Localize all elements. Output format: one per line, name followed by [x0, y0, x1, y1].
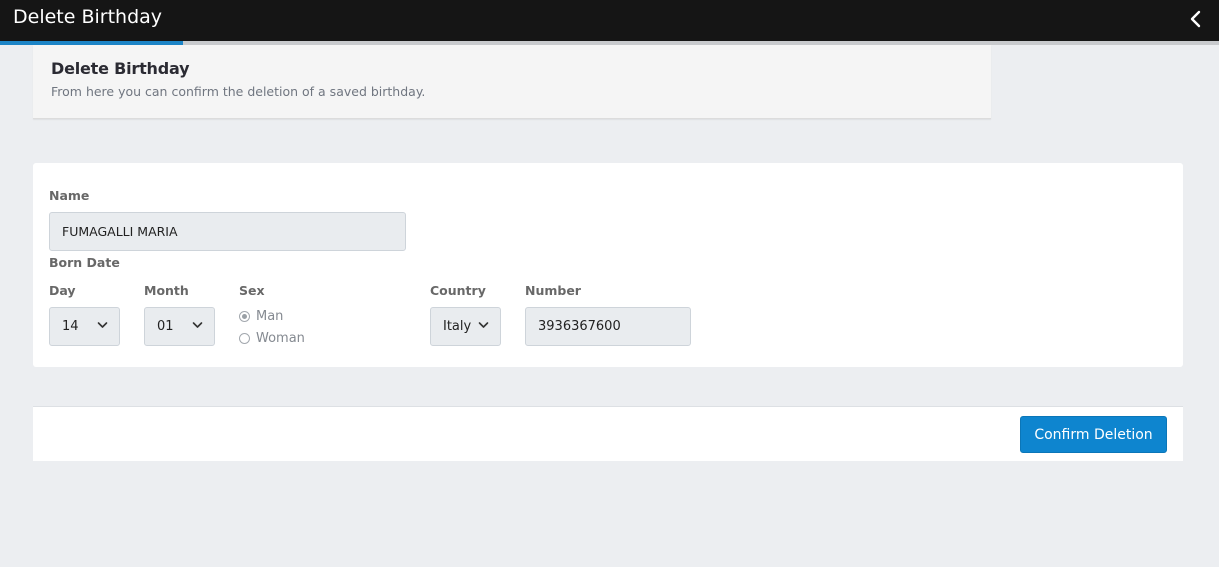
form-footer: Confirm Deletion — [33, 406, 1183, 461]
radio-woman[interactable] — [239, 333, 250, 344]
day-select[interactable]: 14 — [49, 307, 120, 346]
born-date-label: Born Date — [49, 255, 120, 270]
chevron-down-icon — [192, 322, 203, 328]
day-label: Day — [49, 283, 76, 298]
sex-option-man-label: Man — [256, 309, 284, 324]
radio-man[interactable] — [239, 311, 250, 322]
month-label: Month — [144, 283, 189, 298]
country-select-value: Italy — [443, 319, 472, 334]
country-select[interactable]: Italy — [430, 307, 501, 346]
top-bar: Delete Birthday — [0, 0, 1219, 41]
name-field[interactable]: FUMAGALLI MARIA — [49, 212, 406, 251]
name-label: Name — [49, 188, 90, 203]
sex-label: Sex — [239, 283, 265, 298]
number-field[interactable]: 3936367600 — [525, 307, 691, 346]
country-label: Country — [430, 283, 486, 298]
chevron-down-icon — [478, 322, 489, 328]
page-subtitle: From here you can confirm the deletion o… — [51, 84, 426, 99]
chevron-left-icon[interactable] — [1187, 8, 1205, 30]
number-label: Number — [525, 283, 581, 298]
day-select-value: 14 — [62, 319, 79, 334]
window-title: Delete Birthday — [13, 6, 163, 28]
month-select[interactable]: 01 — [144, 307, 215, 346]
birthday-form: Name FUMAGALLI MARIA Born Date Day 14 Mo… — [33, 163, 1183, 367]
sex-option-man[interactable]: Man — [239, 309, 283, 324]
chevron-down-icon — [97, 322, 108, 328]
page-header: Delete Birthday From here you can confir… — [33, 45, 991, 119]
sex-option-woman[interactable]: Woman — [239, 331, 305, 346]
month-select-value: 01 — [157, 319, 174, 334]
sex-option-woman-label: Woman — [256, 331, 305, 346]
confirm-deletion-button[interactable]: Confirm Deletion — [1020, 416, 1167, 453]
page-title: Delete Birthday — [51, 59, 190, 78]
